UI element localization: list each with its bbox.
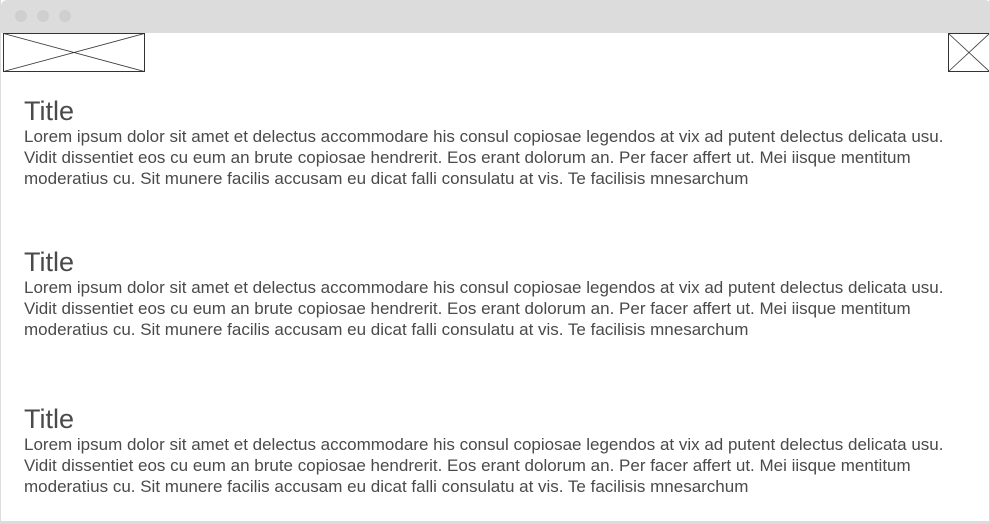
window-titlebar [1,0,989,33]
window-minimize-dot[interactable] [37,10,49,22]
window-maximize-dot[interactable] [59,10,71,22]
browser-window: Title Lorem ipsum dolor sit amet et dele… [0,0,990,524]
section-title: Title [24,247,75,277]
logo-image-placeholder-icon [3,33,145,72]
content-section: Title Lorem ipsum dolor sit amet et dele… [24,404,954,497]
section-body: Lorem ipsum dolor sit amet et delectus a… [24,278,944,339]
section-title: Title [24,404,75,434]
section-title: Title [24,96,75,126]
section-body: Lorem ipsum dolor sit amet et delectus a… [24,127,944,188]
content-section: Title Lorem ipsum dolor sit amet et dele… [24,96,954,189]
window-close-dot[interactable] [15,10,27,22]
section-body: Lorem ipsum dolor sit amet et delectus a… [24,435,944,496]
content-section: Title Lorem ipsum dolor sit amet et dele… [24,247,954,340]
menu-image-placeholder-icon[interactable] [948,33,990,72]
